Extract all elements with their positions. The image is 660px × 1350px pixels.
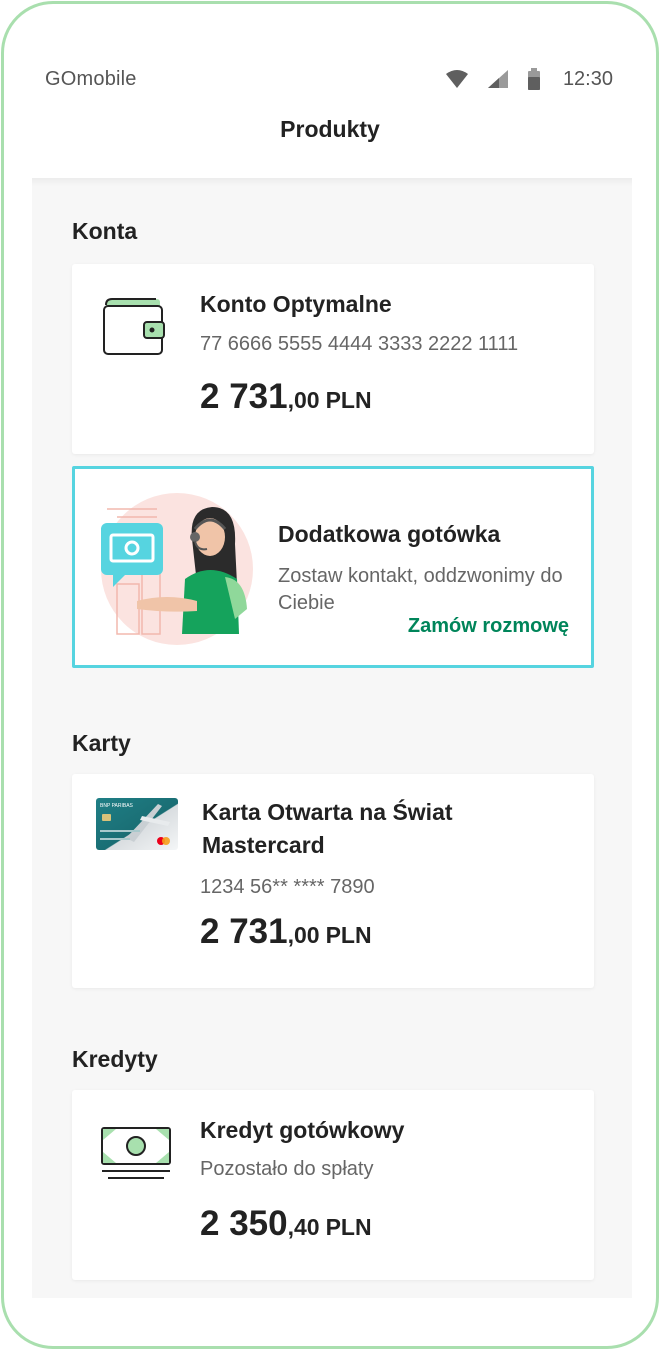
card-balance-decimal: ,00	[287, 922, 320, 948]
card-number: 1234 56** **** 7890	[200, 876, 375, 898]
loan-name: Kredyt gotówkowy	[200, 1117, 405, 1143]
call-center-agent-illustration	[97, 489, 257, 654]
account-balance-currency: PLN	[325, 387, 372, 413]
account-balance: 2 731,00 PLN	[200, 377, 372, 417]
banknote-icon	[100, 1126, 172, 1187]
section-title-loans: Kredyty	[72, 1046, 158, 1072]
account-balance-integer: 2 731	[200, 377, 288, 416]
signal-icon	[487, 69, 509, 89]
account-card[interactable]: Konto Optymalne 77 6666 5555 4444 3333 2…	[72, 264, 594, 454]
page-title: Produkty	[280, 116, 380, 142]
promo-card-extra-cash[interactable]: Dodatkowa gotówka Zostaw kontakt, oddzwo…	[72, 466, 594, 668]
card-balance: 2 731,00 PLN	[200, 912, 372, 952]
credit-card-image: BNP PARIBAS	[96, 798, 178, 855]
loan-remaining-amount: 2 350,40 PLN	[200, 1204, 372, 1244]
card-brand-text: BNP PARIBAS	[100, 803, 134, 809]
order-call-link[interactable]: Zamów rozmowę	[408, 615, 569, 638]
promo-description: Zostaw kontakt, oddzwonimy do Ciebie	[278, 565, 563, 614]
section-title-cards: Karty	[72, 730, 131, 756]
status-icons: 12:30	[445, 68, 613, 91]
products-list: Konta Konto Optymalne 77 6666 5555 4444 …	[32, 178, 632, 1298]
account-name: Konto Optymalne	[200, 291, 392, 317]
phone-frame: GOmobile 12:30 Produkty Konta Konto Opty…	[1, 1, 659, 1349]
account-balance-decimal: ,00	[287, 387, 320, 413]
card-item[interactable]: BNP PARIBAS Karta Otwarta na Świat Maste…	[72, 774, 594, 988]
battery-icon	[527, 68, 541, 90]
header-divider	[32, 178, 632, 186]
loan-amount-currency: PLN	[325, 1214, 372, 1240]
wifi-icon	[445, 69, 469, 89]
card-name: Karta Otwarta na Świat Mastercard	[202, 799, 453, 858]
section-title-accounts: Konta	[72, 218, 138, 244]
loan-amount-integer: 2 350	[200, 1204, 288, 1243]
loan-card[interactable]: Kredyt gotówkowy Pozostało do spłaty 2 3…	[72, 1090, 594, 1280]
card-balance-integer: 2 731	[200, 912, 288, 951]
carrier-name: GOmobile	[45, 67, 137, 90]
loan-remaining-label: Pozostało do spłaty	[200, 1158, 374, 1180]
account-number: 77 6666 5555 4444 3333 2222 1111	[200, 333, 519, 355]
wallet-icon	[102, 296, 168, 363]
status-bar: GOmobile 12:30	[4, 62, 656, 96]
loan-amount-decimal: ,40	[287, 1214, 320, 1240]
card-balance-currency: PLN	[325, 922, 372, 948]
clock: 12:30	[562, 67, 613, 90]
promo-title: Dodatkowa gotówka	[278, 521, 501, 547]
